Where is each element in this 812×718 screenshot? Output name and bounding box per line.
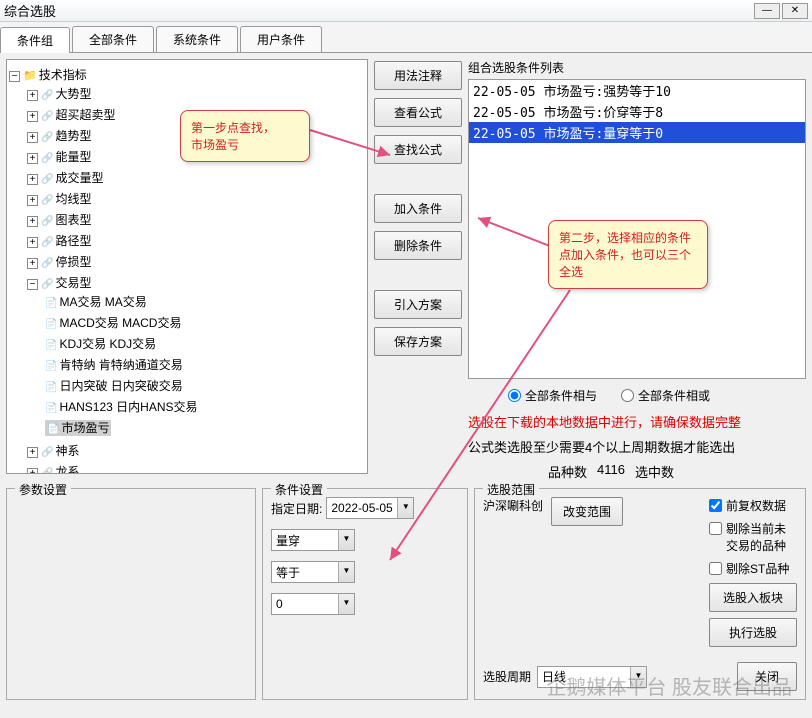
add-condition-button[interactable]: 加入条件: [374, 194, 462, 223]
chevron-down-icon[interactable]: ▼: [397, 498, 413, 518]
varieties-count: 4116: [597, 462, 625, 481]
tree-item[interactable]: 肯特纳 肯特纳通道交易: [45, 358, 183, 372]
toggle-icon[interactable]: +: [27, 237, 38, 248]
titlebar: 综合选股 — ✕: [0, 0, 812, 22]
tree-cat[interactable]: 能量型: [41, 150, 91, 164]
cond-group-title: 条件设置: [271, 481, 327, 498]
execute-button[interactable]: 执行选股: [709, 618, 797, 647]
close-button[interactable]: ✕: [782, 3, 808, 19]
toggle-icon[interactable]: +: [27, 174, 38, 185]
radio-and[interactable]: 全部条件相与: [508, 387, 597, 404]
tree-cat[interactable]: 停损型: [41, 255, 91, 269]
chevron-down-icon[interactable]: ▼: [338, 594, 354, 614]
chk-fq[interactable]: 前复权数据: [709, 497, 797, 514]
toggle-icon[interactable]: +: [27, 132, 38, 143]
selected-label: 选中数: [635, 462, 674, 481]
toggle-icon[interactable]: +: [27, 258, 38, 269]
param-group: 参数设置: [6, 488, 256, 700]
toggle-icon[interactable]: +: [27, 90, 38, 101]
chk-remove-notrade[interactable]: 剔除当前未交易的品种: [709, 520, 797, 554]
varieties-label: 品种数: [548, 462, 587, 481]
tree-cat[interactable]: 趋势型: [41, 129, 91, 143]
tree-cat[interactable]: 神系: [41, 444, 79, 458]
param-group-title: 参数设置: [15, 481, 71, 498]
change-scope-button[interactable]: 改变范围: [551, 497, 623, 526]
callout-step1: 第一步点查找， 市场盈亏: [180, 110, 310, 162]
toggle-icon[interactable]: +: [27, 195, 38, 206]
save-plan-button[interactable]: 保存方案: [374, 327, 462, 356]
field-select[interactable]: ▼: [271, 529, 355, 551]
market-text: 沪深唰科创: [483, 497, 543, 514]
toggle-icon[interactable]: +: [27, 216, 38, 227]
tree-cat[interactable]: 成交量型: [41, 171, 103, 185]
tree-cat[interactable]: 路径型: [41, 234, 91, 248]
condition-group: 条件设置 指定日期: ▼ ▼ ▼ ▼: [262, 488, 468, 700]
operator-select[interactable]: ▼: [271, 561, 355, 583]
tree-root[interactable]: 技术指标: [23, 68, 87, 82]
tab-user-conditions[interactable]: 用户条件: [240, 26, 322, 52]
toggle-icon[interactable]: +: [27, 468, 38, 474]
period-label: 选股周期: [483, 668, 531, 685]
tree-cat-trade[interactable]: 交易型: [41, 276, 91, 290]
warning-text: 选股在下载的本地数据中进行，请确保数据完整: [468, 412, 806, 431]
tree-item[interactable]: HANS123 日内HANS交易: [45, 400, 198, 414]
tab-all-conditions[interactable]: 全部条件: [72, 26, 154, 52]
tree-item[interactable]: MA交易 MA交易: [45, 295, 147, 309]
tab-condition-group[interactable]: 条件组: [0, 27, 70, 53]
date-label: 指定日期:: [271, 500, 322, 517]
find-formula-button[interactable]: 查找公式: [374, 135, 462, 164]
toggle-icon[interactable]: −: [9, 71, 20, 82]
import-plan-button[interactable]: 引入方案: [374, 290, 462, 319]
list-row-selected[interactable]: 22-05-05 市场盈亏:量穿等于0: [469, 122, 805, 143]
scope-group-title: 选股范围: [483, 481, 539, 498]
toggle-icon[interactable]: +: [27, 153, 38, 164]
tab-bar: 条件组 全部条件 系统条件 用户条件: [0, 22, 812, 53]
list-row[interactable]: 22-05-05 市场盈亏:强势等于10: [469, 80, 805, 101]
view-formula-button[interactable]: 查看公式: [374, 98, 462, 127]
select-into-block-button[interactable]: 选股入板块: [709, 583, 797, 612]
window-title: 综合选股: [4, 1, 752, 20]
minimize-button[interactable]: —: [754, 3, 780, 19]
tree-cat[interactable]: 图表型: [41, 213, 91, 227]
combo-list-label: 组合选股条件列表: [468, 59, 806, 76]
tree-item-selected[interactable]: 市场盈亏: [45, 420, 111, 436]
tree-cat[interactable]: 均线型: [41, 192, 91, 206]
radio-or[interactable]: 全部条件相或: [621, 387, 710, 404]
tree-cat[interactable]: 大势型: [41, 87, 91, 101]
info-text: 公式类选股至少需要4个以上周期数据才能选出: [468, 437, 806, 456]
date-input[interactable]: ▼: [326, 497, 414, 519]
tab-system-conditions[interactable]: 系统条件: [156, 26, 238, 52]
tree-item[interactable]: 日内突破 日内突破交易: [45, 379, 183, 393]
scope-group: 选股范围 沪深唰科创 改变范围 前复权数据 剔除当前未交易的品种 剔除ST品种 …: [474, 488, 806, 700]
tree-item[interactable]: KDJ交易 KDJ交易: [45, 337, 156, 351]
delete-condition-button[interactable]: 删除条件: [374, 231, 462, 260]
chevron-down-icon[interactable]: ▼: [338, 562, 354, 582]
tree-item[interactable]: MACD交易 MACD交易: [45, 316, 181, 330]
callout-step2: 第二步，选择相应的条件点加入条件，也可以三个全选: [548, 220, 708, 289]
toggle-icon[interactable]: +: [27, 111, 38, 122]
toggle-icon[interactable]: −: [27, 279, 38, 290]
chevron-down-icon[interactable]: ▼: [338, 530, 354, 550]
tree-cat[interactable]: 龙系: [41, 465, 79, 474]
value-input[interactable]: ▼: [271, 593, 355, 615]
chk-remove-st[interactable]: 剔除ST品种: [709, 560, 797, 577]
watermark: 企鹅媒体平台 股友联合出品: [546, 671, 792, 700]
tree-cat[interactable]: 超买超卖型: [41, 108, 115, 122]
toggle-icon[interactable]: +: [27, 447, 38, 458]
usage-note-button[interactable]: 用法注释: [374, 61, 462, 90]
list-row[interactable]: 22-05-05 市场盈亏:价穿等于8: [469, 101, 805, 122]
